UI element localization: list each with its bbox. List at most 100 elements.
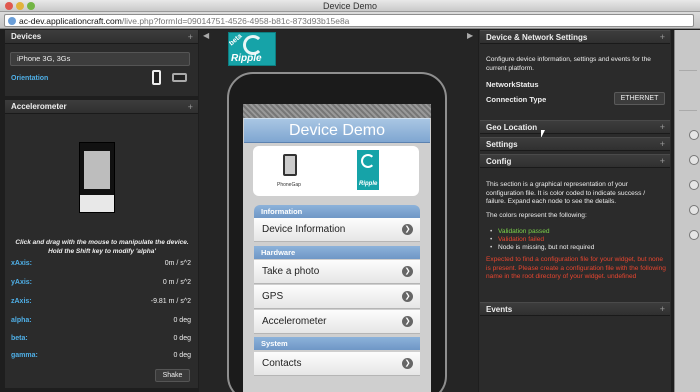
legend-failed: Validation failed	[490, 236, 544, 244]
ripple-swirl-icon	[243, 35, 263, 55]
chevron-right-icon: ❯	[402, 266, 413, 277]
radio-icon	[689, 230, 699, 240]
accel-row-x: xAxis: 0m / s^2	[11, 260, 191, 270]
device-select[interactable]: iPhone 3G, 3Gs	[10, 52, 190, 66]
logos-card: PhoneGap Ripple	[253, 146, 419, 196]
divider	[679, 110, 697, 111]
collapse-left-icon[interactable]: ◀	[203, 31, 209, 40]
status-stripes	[243, 104, 431, 118]
expand-icon[interactable]: +	[660, 31, 665, 44]
section-information: Information	[254, 205, 420, 218]
item-label: Device Information	[262, 224, 346, 235]
help-line-2: Hold the Shift key to modify 'alpha'	[48, 247, 156, 255]
ripple-wordmark: Ripple	[231, 53, 262, 64]
chevron-right-icon: ❯	[402, 358, 413, 369]
events-header[interactable]: Events +	[480, 302, 670, 316]
config-header[interactable]: Config +	[480, 154, 670, 168]
help-line-1: Click and drag with the mouse to manipul…	[15, 239, 189, 246]
events-title: Events	[486, 305, 513, 314]
radio-icon	[689, 155, 699, 165]
expand-icon[interactable]: +	[188, 100, 193, 114]
device-network-settings-header[interactable]: Device & Network Settings +	[480, 30, 670, 44]
accel-row-beta: beta: 0 deg	[11, 335, 191, 345]
divider	[679, 70, 697, 71]
connection-type-select[interactable]: ETHERNET	[614, 92, 665, 105]
globe-icon	[8, 17, 16, 25]
item-label: Contacts	[262, 358, 302, 369]
portrait-phone-icon[interactable]	[152, 70, 161, 85]
list-item-accelerometer[interactable]: Accelerometer ❯	[254, 310, 420, 334]
section-hardware: Hardware	[254, 246, 420, 259]
accel-key: beta:	[11, 335, 28, 342]
accel-row-y: yAxis: 0 m / s^2	[11, 279, 191, 289]
accel-value: 0 deg	[173, 335, 191, 342]
background-page-strip	[674, 30, 700, 392]
devices-header[interactable]: Devices +	[5, 30, 198, 44]
accel-key: yAxis:	[11, 279, 33, 286]
chevron-right-icon: ❯	[402, 224, 413, 235]
accelerometer-header[interactable]: Accelerometer +	[5, 100, 198, 114]
devices-title: Devices	[11, 32, 42, 41]
ripple-swirl-icon	[361, 154, 375, 168]
expand-icon[interactable]: +	[660, 303, 665, 316]
connection-type-label: Connection Type	[486, 95, 547, 104]
phonegap-text: PhoneGap	[277, 182, 301, 188]
expand-icon[interactable]: +	[660, 138, 665, 151]
ripple-logo-icon: Ripple	[357, 150, 379, 190]
phone-screen: Device Demo PhoneGap Ripple Information …	[243, 104, 431, 392]
landscape-phone-icon[interactable]	[172, 73, 187, 82]
phonegap-phone-icon	[283, 154, 297, 176]
url-field[interactable]: ac-dev.applicationcraft.com/live.php?for…	[4, 14, 694, 27]
accel-key: alpha:	[11, 317, 32, 324]
settings-title: Settings	[486, 140, 518, 149]
ripple-logo: beta Ripple	[228, 32, 276, 66]
config-error-message: Expected to find a configuration file fo…	[486, 256, 666, 281]
list-item-device-information[interactable]: Device Information ❯	[254, 218, 420, 242]
url-domain: ac-dev.applicationcraft.com	[19, 16, 122, 26]
geo-title: Geo Location	[486, 123, 538, 132]
radio-icon	[689, 180, 699, 190]
window-title: Device Demo	[322, 1, 378, 11]
item-label: Accelerometer	[262, 316, 327, 327]
accel-value: -9.81 m / s^2	[150, 298, 191, 305]
section-system: System	[254, 337, 420, 350]
expand-icon[interactable]: +	[660, 155, 665, 168]
item-label: GPS	[262, 291, 284, 302]
accelerometer-device-model[interactable]	[79, 142, 115, 213]
list-item-gps[interactable]: GPS ❯	[254, 285, 420, 309]
accel-key: gamma:	[11, 352, 38, 359]
accel-value: 0 deg	[173, 352, 191, 359]
network-status-label: NetworkStatus	[486, 80, 539, 89]
accel-row-gamma: gamma: 0 deg	[11, 352, 191, 362]
settings-header[interactable]: Settings +	[480, 137, 670, 151]
accel-key: xAxis:	[11, 260, 33, 267]
accelerometer-title: Accelerometer	[11, 102, 67, 111]
legend-passed: Validation passed	[490, 228, 550, 236]
accel-value: 0 deg	[173, 317, 191, 324]
collapse-right-icon[interactable]: ▶	[467, 31, 473, 40]
accel-value: 0m / s^2	[164, 260, 191, 267]
ripple-text: Ripple	[359, 181, 378, 187]
device-screen	[84, 151, 110, 189]
accel-key: zAxis:	[11, 298, 32, 305]
geo-location-header[interactable]: Geo Location +	[480, 120, 670, 134]
legend-missing: Node is missing, but not required	[490, 244, 594, 252]
radio-icon	[689, 205, 699, 215]
dn-description: Configure device information, settings a…	[486, 56, 651, 72]
config-description: This section is a graphical representati…	[486, 181, 646, 206]
expand-icon[interactable]: +	[188, 30, 193, 44]
list-item-take-photo[interactable]: Take a photo ❯	[254, 260, 420, 284]
shake-button[interactable]: Shake	[155, 369, 190, 382]
app-title-bar: Device Demo	[244, 118, 430, 143]
address-bar: ac-dev.applicationcraft.com/live.php?for…	[0, 12, 700, 29]
list-item-contacts[interactable]: Contacts ❯	[254, 352, 420, 376]
window-titlebar: Device Demo	[0, 0, 700, 12]
chevron-right-icon: ❯	[402, 316, 413, 327]
device-base	[80, 195, 114, 212]
item-label: Take a photo	[262, 266, 320, 277]
expand-icon[interactable]: +	[660, 121, 665, 134]
chevron-right-icon: ❯	[402, 291, 413, 302]
accel-value: 0 m / s^2	[162, 279, 191, 286]
config-title: Config	[486, 157, 512, 166]
accelerometer-help: Click and drag with the mouse to manipul…	[6, 239, 198, 256]
